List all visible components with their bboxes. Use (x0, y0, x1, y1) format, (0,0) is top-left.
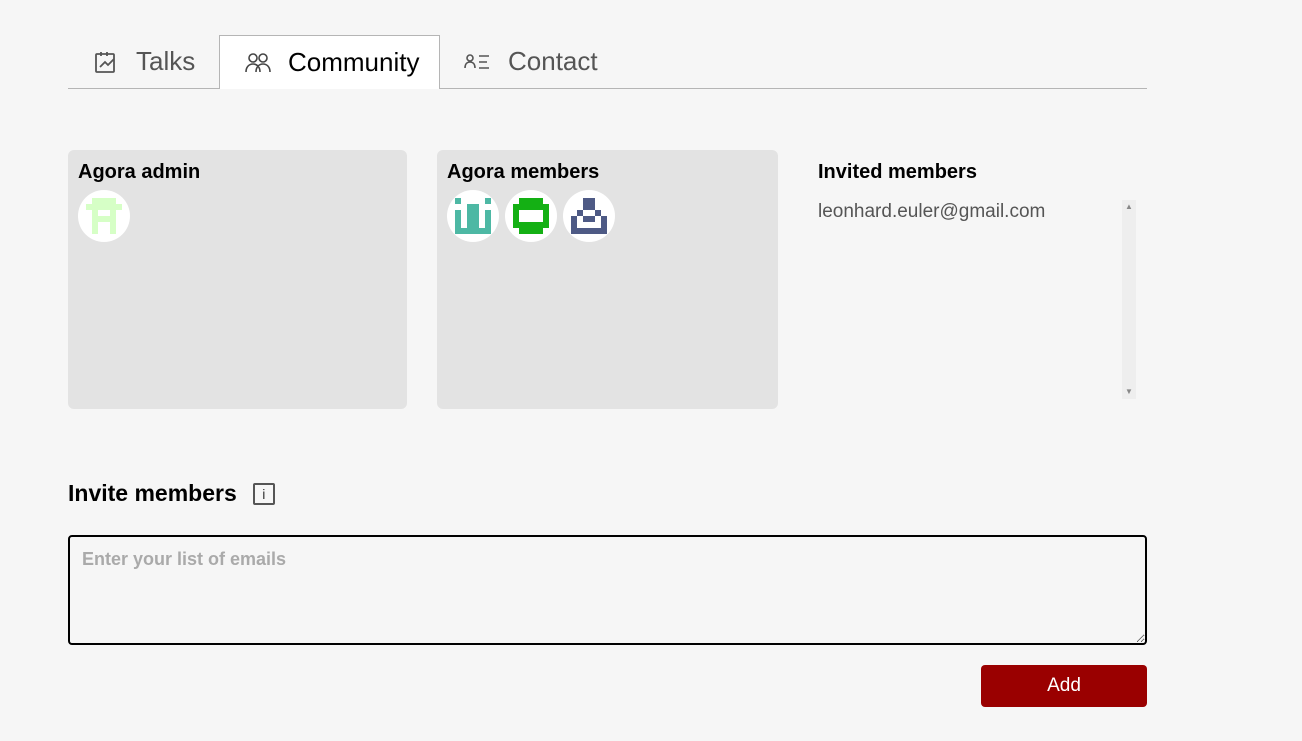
tab-bar: Talks Community Contact (68, 34, 1147, 89)
contact-icon (464, 48, 492, 76)
talks-icon (92, 48, 120, 76)
identicon-member-3-icon (571, 198, 607, 234)
tab-label: Community (288, 47, 420, 77)
tab-label: Talks (136, 46, 196, 76)
tab-contact[interactable]: Contact (440, 35, 598, 88)
agora-admin-card: Agora admin (68, 150, 407, 409)
agora-members-card: Agora members (437, 150, 778, 409)
invited-list-scrollbar[interactable]: ▲ ▼ (1122, 200, 1136, 399)
tab-talks[interactable]: Talks (68, 35, 219, 88)
admin-avatar[interactable] (78, 190, 130, 242)
member-avatar[interactable] (447, 190, 499, 242)
identicon-member-2-icon (513, 198, 549, 234)
invited-email: leonhard.euler@gmail.com (818, 201, 1046, 222)
identicon-admin-icon (86, 198, 122, 234)
info-icon[interactable]: i (252, 482, 275, 505)
tab-label: Contact (508, 46, 598, 76)
members-avatar-list (447, 190, 768, 242)
invited-members-title: Invited members (818, 161, 977, 183)
scroll-down-icon[interactable]: ▼ (1122, 385, 1136, 399)
tab-community[interactable]: Community (219, 35, 440, 89)
add-button[interactable]: Add (981, 665, 1147, 707)
invited-members-panel: Invited members leonhard.euler@gmail.com… (818, 160, 1136, 399)
invite-members-title: Invite members (68, 480, 237, 506)
member-avatar[interactable] (505, 190, 557, 242)
invite-members-header: Invite members i (68, 480, 275, 507)
scroll-up-icon[interactable]: ▲ (1122, 200, 1136, 214)
community-icon (244, 49, 272, 77)
email-list-input[interactable] (68, 535, 1147, 645)
admin-avatar-list (78, 190, 397, 242)
member-avatar[interactable] (563, 190, 615, 242)
invited-members-list[interactable]: leonhard.euler@gmail.com ▲ ▼ (818, 200, 1136, 399)
agora-members-title: Agora members (447, 161, 600, 183)
agora-admin-title: Agora admin (78, 161, 201, 183)
identicon-member-1-icon (455, 198, 491, 234)
